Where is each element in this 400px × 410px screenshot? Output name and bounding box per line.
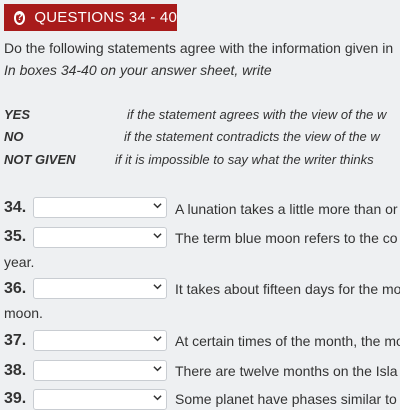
key-label-no: NO <box>4 129 24 144</box>
chevron-down-icon <box>153 233 162 239</box>
key-desc-no: if the statement contradicts the view of… <box>124 129 380 144</box>
key-desc-not-given: if it is impossible to say what the writ… <box>115 152 374 167</box>
question-text: A lunation takes a little more than or <box>175 201 398 217</box>
question-number: 39. <box>4 390 27 407</box>
key-label-not-given: NOT GIVEN <box>4 152 76 167</box>
answer-select-37[interactable] <box>33 330 167 351</box>
question-circle-icon: ? <box>14 10 26 25</box>
chevron-down-icon <box>153 395 162 401</box>
answer-select-35[interactable] <box>33 227 167 248</box>
questions-header: ? QUESTIONS 34 - 40 <box>4 4 177 31</box>
chevron-down-icon <box>153 284 162 290</box>
question-text-continuation: moon. <box>4 305 43 321</box>
key-desc-yes: if the statement agrees with the view of… <box>127 107 387 122</box>
instruction-text: Do the following statements agree with t… <box>4 40 394 56</box>
key-label-yes: YES <box>4 107 31 122</box>
question-number: 37. <box>4 332 27 349</box>
answer-select-36[interactable] <box>33 278 167 299</box>
question-text: At certain times of the month, the mo <box>175 333 400 349</box>
chevron-down-icon <box>153 203 162 209</box>
question-number: 35. <box>4 228 27 245</box>
question-text: It takes about fifteen days for the mo <box>175 281 400 297</box>
question-text: The term blue moon refers to the co <box>175 230 398 246</box>
question-text-continuation: year. <box>4 254 35 270</box>
answer-select-34[interactable] <box>33 197 167 218</box>
chevron-down-icon <box>153 336 162 342</box>
question-number: 38. <box>4 362 27 379</box>
question-text: Some planet have phases similar to <box>175 391 397 407</box>
chevron-down-icon <box>153 366 162 372</box>
answer-select-38[interactable] <box>33 360 167 381</box>
question-text: There are twelve months on the Isla <box>175 363 398 379</box>
instruction-subtext: In boxes 34-40 on your answer sheet, wri… <box>4 62 272 78</box>
question-number: 34. <box>4 199 27 216</box>
question-number: 36. <box>4 280 27 297</box>
header-title: QUESTIONS 34 - 40 <box>34 9 177 26</box>
